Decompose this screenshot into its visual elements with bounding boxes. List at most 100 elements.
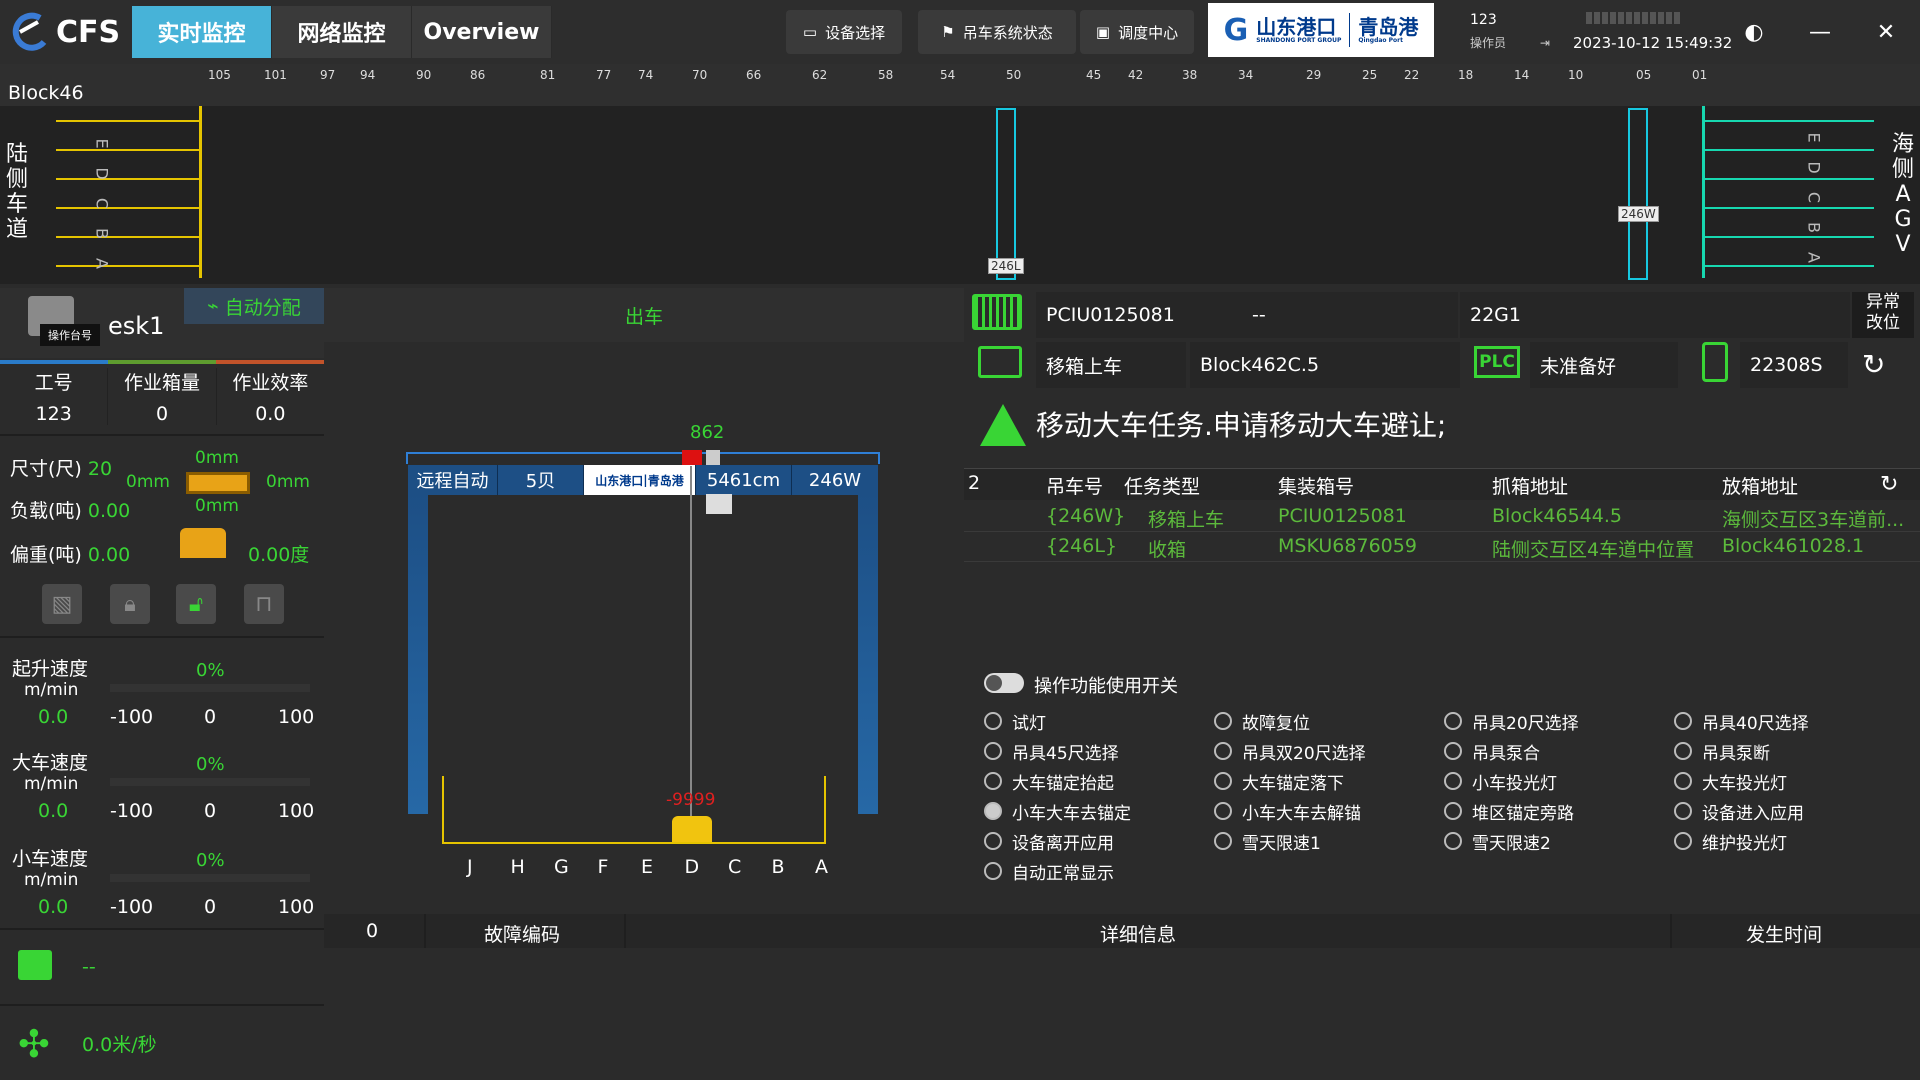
gantry-top-beam [406, 452, 880, 464]
crane-246W[interactable] [1628, 108, 1648, 280]
auto-assign-badge[interactable]: ⌁ 自动分配 [184, 288, 324, 324]
column-number: 77 [596, 68, 612, 82]
container-icon[interactable]: ▧ [42, 584, 82, 624]
option-radio[interactable]: 吊具20尺选择 [1444, 706, 1579, 736]
container-icon [972, 294, 1022, 330]
function-switch[interactable] [984, 673, 1024, 693]
option-radio[interactable]: 设备离开应用 [984, 826, 1114, 856]
block-map: 陆侧车道 E D C B A 246L 246W E D C B A 海侧AGV [0, 106, 1920, 284]
column-number: 25 [1362, 68, 1378, 82]
abnormal-reposition-button[interactable]: 异常 改位 [1852, 292, 1914, 338]
app-logo: CFS [10, 10, 120, 54]
option-radio[interactable]: 吊具双20尺选择 [1214, 736, 1366, 766]
function-switch-label: 操作功能使用开关 [1034, 676, 1178, 697]
lane-right-bound [824, 776, 826, 844]
radio-circle [1674, 802, 1692, 820]
landside-label: 陆侧车道 [5, 142, 28, 242]
crane-status-button[interactable]: ⚑ 吊车系统状态 [918, 10, 1076, 54]
wind-icon: ✣ [18, 1022, 50, 1066]
option-radio[interactable]: 吊具泵断 [1674, 736, 1770, 766]
column-number: 01 [1692, 68, 1708, 82]
column-number: 90 [416, 68, 432, 82]
table-cell: 陆侧交互区4车道中位置 [1492, 539, 1695, 561]
column-number: 05 [1636, 68, 1652, 82]
trolley-position: -9999 [666, 790, 716, 810]
pulse-icon: ⌁ [207, 295, 219, 317]
table-cell: MSKU6876059 [1278, 535, 1417, 557]
dispatch-button[interactable]: ▣ 调度中心 [1080, 10, 1194, 54]
column-number: 101 [264, 68, 287, 82]
option-radio[interactable]: 大车投光灯 [1674, 766, 1787, 796]
radio-circle [1444, 832, 1462, 850]
column-number: 38 [1182, 68, 1198, 82]
table-cell: {246L} [1046, 535, 1118, 557]
option-radio[interactable]: 自动正常显示 [984, 856, 1114, 886]
tab-network[interactable]: 网络监控 [272, 6, 412, 58]
option-radio[interactable]: 小车大车去锚定 [984, 796, 1131, 826]
radio-circle [1214, 742, 1232, 760]
unlock-icon[interactable]: 🔓︎ [176, 584, 216, 624]
radio-circle [984, 832, 1002, 850]
option-radio[interactable]: 堆区锚定旁路 [1444, 796, 1574, 826]
table-cell: 海侧交互区3车道前... [1722, 509, 1905, 531]
landside-boundary [199, 106, 202, 278]
load-field: 负载(吨) 0.00 [10, 500, 131, 522]
option-radio[interactable]: 吊具40尺选择 [1674, 706, 1809, 736]
datetime: 2023-10-12 15:49:32 [1573, 34, 1733, 52]
reload-icon[interactable]: ↻ [1880, 472, 1898, 497]
plc-state: 未准备好 [1530, 342, 1678, 388]
tab-realtime[interactable]: 实时监控 [132, 6, 272, 58]
crane-246L[interactable] [996, 108, 1016, 280]
option-radio[interactable]: 小车大车去解锚 [1214, 796, 1361, 826]
tab-overview[interactable]: Overview [412, 6, 552, 58]
spreader-icon [672, 816, 712, 842]
column-number: 81 [540, 68, 556, 82]
column-number: 14 [1514, 68, 1530, 82]
device-select-button[interactable]: ▭ 设备选择 [786, 10, 902, 54]
alert-message: 移动大车任务.申请移动大车避让; [1036, 409, 1447, 442]
column-number: 66 [746, 68, 762, 82]
bay-label: C [728, 856, 742, 878]
task-type: 移箱上车 [1036, 342, 1186, 388]
console-tooltip: 操作台号 [40, 324, 100, 346]
radio-circle [1444, 742, 1462, 760]
option-radio[interactable]: 吊具泵合 [1444, 736, 1540, 766]
option-radio[interactable]: 试灯 [984, 706, 1046, 736]
column-number: 50 [1006, 68, 1022, 82]
lane-left-bound [442, 776, 444, 844]
option-radio[interactable]: 大车锚定抬起 [984, 766, 1114, 796]
bay-label: A [815, 856, 828, 878]
radio-circle [1444, 712, 1462, 730]
left-panel: 操作台号 esk1 ⌁ 自动分配 工号 123 作业箱量 0 作业效率 0.0 尺寸(尺… [0, 288, 324, 1080]
option-radio[interactable]: 维护投光灯 [1674, 826, 1787, 856]
column-number: 86 [470, 68, 486, 82]
brand-logo: G 山东港口 SHANDONG PORT GROUP 青岛港 Qingdao Por… [1208, 3, 1434, 57]
column-number: 22 [1404, 68, 1420, 82]
option-radio[interactable]: 雪天限速1 [1214, 826, 1321, 856]
option-radio[interactable]: 设备进入应用 [1674, 796, 1804, 826]
target-location: Block462C.5 [1190, 342, 1460, 388]
bay-label: F [597, 856, 609, 878]
option-radio[interactable]: 雪天限速2 [1444, 826, 1551, 856]
trolley-icon [180, 528, 226, 558]
stats-row: 工号 123 作业箱量 0 作业效率 0.0 [0, 368, 324, 425]
minimize-icon[interactable]: — [1804, 16, 1836, 48]
fault-table-body [324, 948, 1920, 1080]
iso-code: 22G1 [1460, 292, 1850, 338]
option-radio[interactable]: 故障复位 [1214, 706, 1310, 736]
option-radio[interactable]: 吊具45尺选择 [984, 736, 1119, 766]
flag-icon: ⚑ [941, 23, 955, 41]
column-number: 34 [1238, 68, 1254, 82]
cfs-logo-icon [12, 12, 47, 51]
option-radio[interactable]: 大车锚定落下 [1214, 766, 1344, 796]
spreader-lock-icon[interactable]: ⊓ [244, 584, 284, 624]
close-icon[interactable]: ✕ [1870, 16, 1902, 48]
logout-icon[interactable]: ⇥ [1540, 36, 1550, 50]
refresh-icon[interactable]: ↻ [1862, 348, 1885, 381]
warning-icon [980, 404, 1026, 446]
lock-icon[interactable]: 🔒︎ [110, 584, 150, 624]
theme-toggle-icon[interactable]: ◐ [1738, 16, 1770, 48]
option-radio[interactable]: 小车投光灯 [1444, 766, 1557, 796]
message-icon[interactable] [18, 950, 52, 980]
container-extra: -- [1242, 292, 1458, 338]
